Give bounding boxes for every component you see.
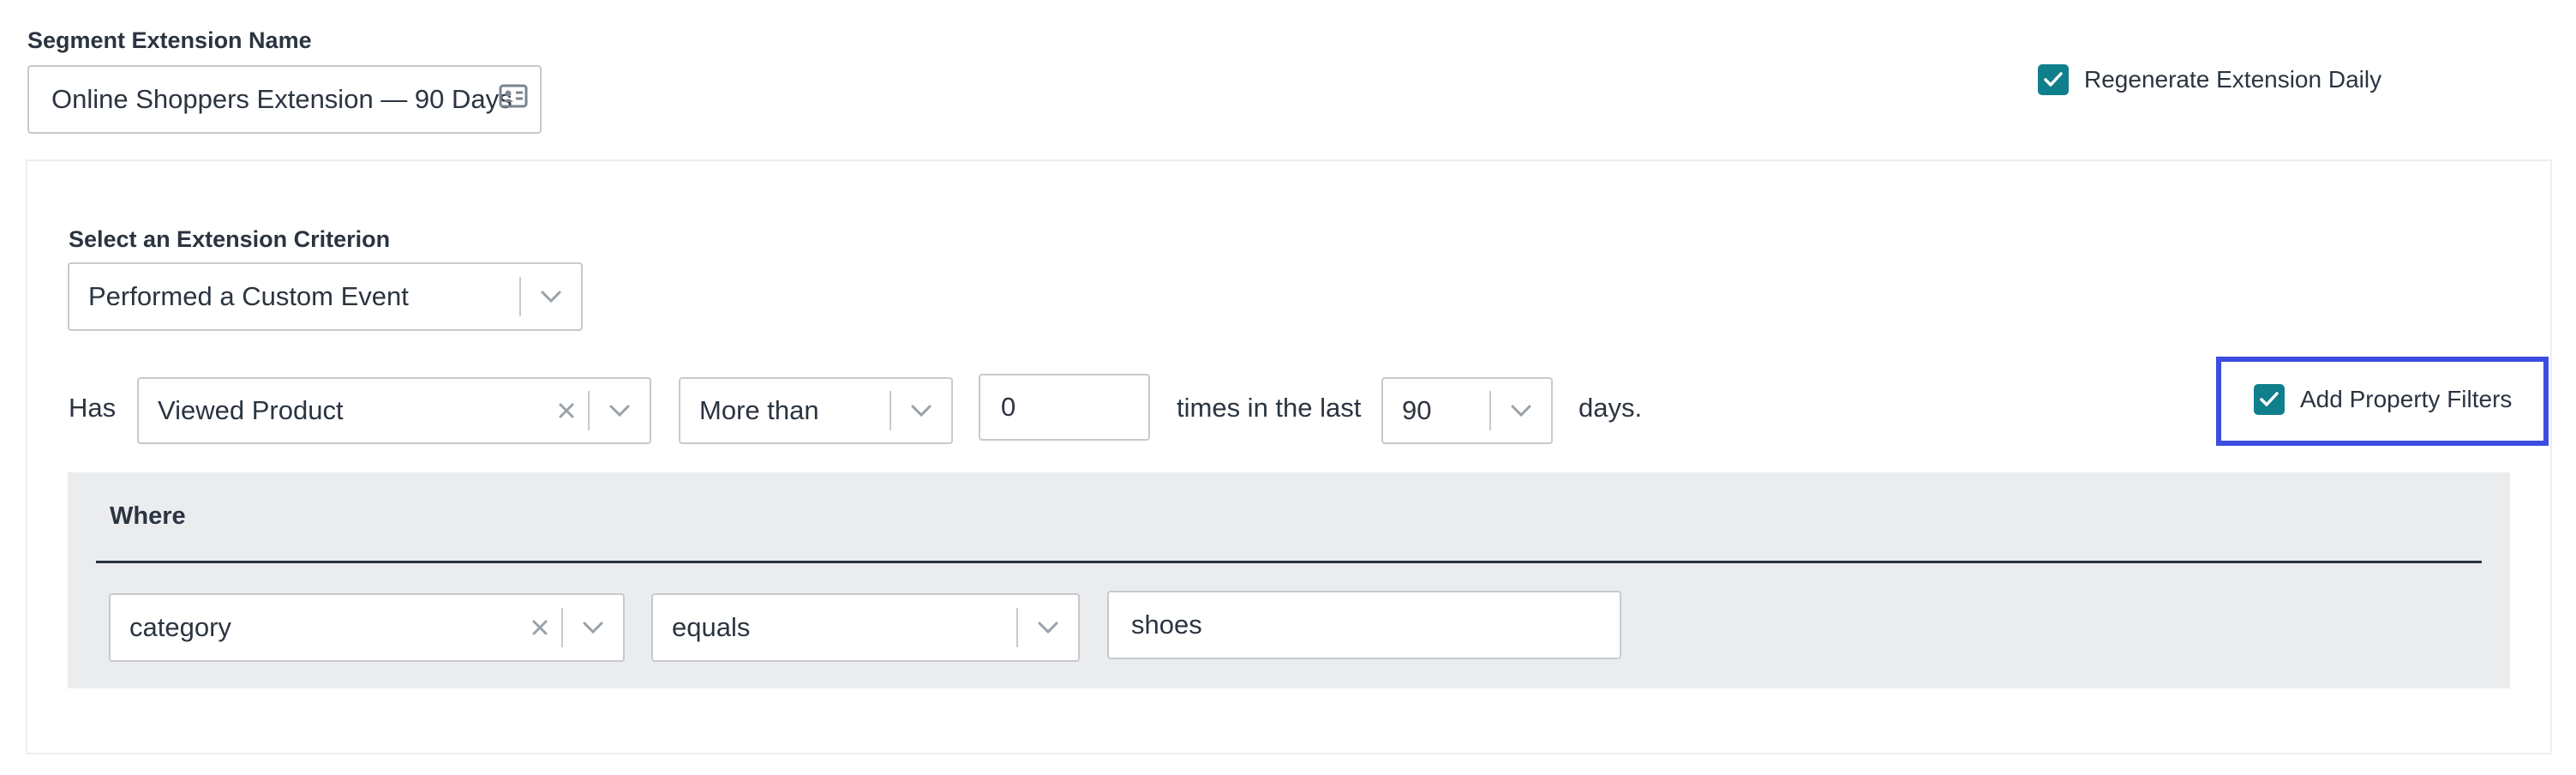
operator-select-value: equals: [672, 612, 751, 642]
regenerate-daily-label: Regenerate Extension Daily: [2084, 66, 2382, 93]
chevron-down-icon[interactable]: [521, 264, 581, 329]
count-input-value: 0: [1001, 392, 1016, 422]
property-select[interactable]: category: [109, 593, 625, 662]
criterion-label: Select an Extension Criterion: [69, 226, 391, 252]
criterion-select-value: Performed a Custom Event: [88, 281, 409, 311]
check-icon: [2260, 392, 2279, 406]
where-divider: [96, 561, 2482, 563]
chevron-down-icon[interactable]: [1491, 379, 1551, 442]
has-label: Has: [69, 393, 117, 423]
event-select-value: Viewed Product: [158, 395, 344, 425]
segment-extension-name-value: Online Shoppers Extension — 90 Days: [51, 84, 512, 114]
regenerate-daily-checkbox[interactable]: [2038, 64, 2069, 95]
event-select[interactable]: Viewed Product: [137, 377, 651, 444]
operator-select[interactable]: equals: [651, 593, 1080, 662]
add-property-filters-option[interactable]: Add Property Filters: [2254, 384, 2512, 415]
days-text: days.: [1579, 393, 1643, 423]
clear-icon[interactable]: [545, 379, 588, 442]
filter-value-input[interactable]: shoes: [1107, 591, 1621, 659]
check-icon: [2044, 72, 2063, 87]
chevron-down-icon[interactable]: [891, 379, 951, 442]
segment-extension-name-input[interactable]: Online Shoppers Extension — 90 Days: [27, 65, 542, 134]
chevron-down-icon[interactable]: [563, 595, 623, 660]
add-property-filters-label: Add Property Filters: [2300, 386, 2513, 412]
chevron-down-icon[interactable]: [590, 379, 650, 442]
filter-value: shoes: [1131, 610, 1202, 640]
where-title: Where: [110, 502, 186, 530]
days-select[interactable]: 90: [1381, 377, 1553, 444]
count-input[interactable]: 0: [979, 374, 1150, 441]
segment-extension-name-label: Segment Extension Name: [27, 27, 312, 53]
chevron-down-icon[interactable]: [1018, 595, 1078, 660]
times-in-last-text: times in the last: [1177, 393, 1362, 423]
days-select-value: 90: [1402, 395, 1432, 425]
regenerate-daily-option[interactable]: Regenerate Extension Daily: [2038, 64, 2381, 95]
comparison-select-value: More than: [699, 395, 819, 425]
contact-card-icon: [499, 84, 528, 115]
property-select-value: category: [129, 612, 231, 642]
add-property-filters-checkbox[interactable]: [2254, 384, 2285, 415]
clear-icon[interactable]: [518, 595, 561, 660]
comparison-select[interactable]: More than: [679, 377, 953, 444]
criterion-select[interactable]: Performed a Custom Event: [68, 262, 583, 331]
